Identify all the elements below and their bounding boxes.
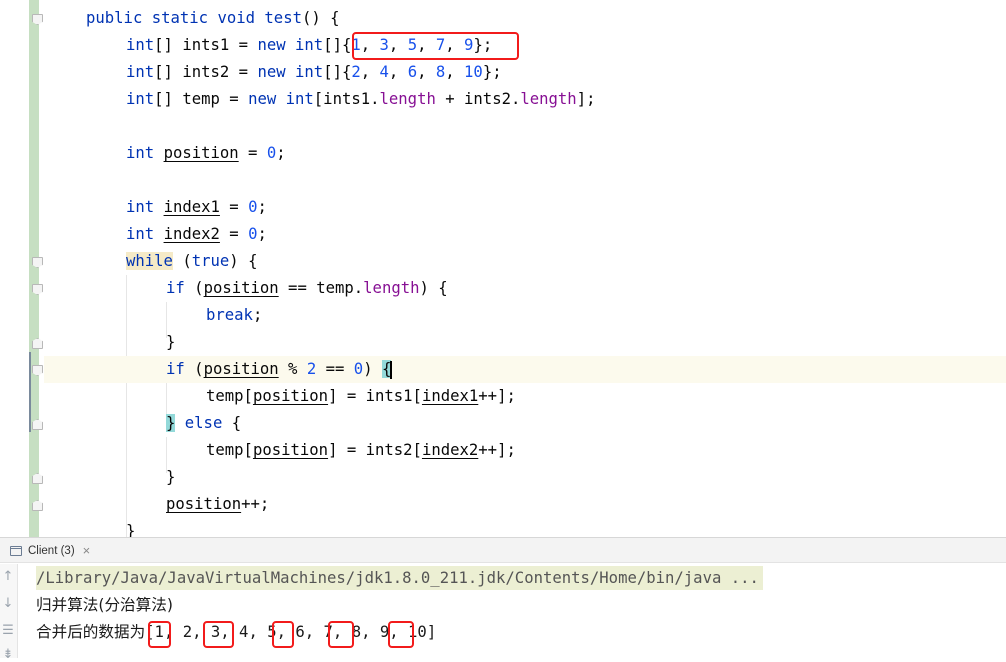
editor-gutter <box>29 0 39 537</box>
code-line[interactable]: temp[position] = ints2[index2++]; <box>206 437 516 464</box>
highlight-box-value-7 <box>328 621 354 648</box>
console-icon <box>10 545 22 556</box>
code-line[interactable]: } else { <box>166 410 241 437</box>
code-line[interactable]: int[] ints2 = new int[]{2, 4, 6, 8, 10}; <box>126 59 502 86</box>
code-line[interactable]: int[] temp = new int[ints1.length + ints… <box>126 86 595 113</box>
code-line[interactable]: } <box>166 329 175 356</box>
text-caret <box>390 360 392 379</box>
highlight-box-value-9 <box>388 621 414 648</box>
run-toolbar: ↑ ↓ ☰ ⇟ <box>0 564 18 662</box>
code-line[interactable]: temp[position] = ints1[index1++]; <box>206 383 516 410</box>
code-line[interactable]: } <box>166 464 175 491</box>
code-editor[interactable]: public static void test() { int[] ints1 … <box>0 0 1006 537</box>
scroll-down-icon[interactable]: ↓ <box>2 597 14 611</box>
code-line[interactable]: if (position % 2 == 0) { <box>166 356 392 383</box>
code-line[interactable]: position++; <box>166 491 269 518</box>
indent-guide <box>126 275 127 537</box>
close-icon[interactable]: × <box>83 543 91 558</box>
console-output-line: 归并算法(分治算法) <box>36 596 173 614</box>
soft-wrap-icon[interactable]: ☰ <box>2 624 14 638</box>
highlight-box-value-3 <box>203 621 234 648</box>
code-line[interactable]: public static void test() { <box>86 5 340 32</box>
run-panel-header: Client (3) × <box>0 537 1006 563</box>
code-line[interactable]: int position = 0; <box>126 140 286 167</box>
scroll-up-icon[interactable]: ↑ <box>2 570 14 584</box>
code-line[interactable]: int index2 = 0; <box>126 221 267 248</box>
code-line[interactable]: } <box>126 518 135 537</box>
highlight-box-array1 <box>352 32 519 60</box>
console-command-line[interactable]: /Library/Java/JavaVirtualMachines/jdk1.8… <box>36 566 763 590</box>
code-line[interactable]: break; <box>206 302 262 329</box>
highlight-box-value-1 <box>148 621 171 648</box>
code-line[interactable]: int index1 = 0; <box>126 194 267 221</box>
tab-label: Client (3) <box>28 544 75 557</box>
console-output-line: 合并后的数据为[1, 2, 3, 4, 5, 6, 7, 8, 9, 10] <box>36 623 437 641</box>
scroll-to-end-icon[interactable]: ⇟ <box>2 648 14 662</box>
code-line[interactable]: if (position == temp.length) { <box>166 275 448 302</box>
highlight-box-value-5 <box>272 621 294 648</box>
vcs-change-marker <box>29 352 31 432</box>
run-tool-window: Client (3) × ↑ ↓ ☰ ⇟ /Library/Java/JavaV… <box>0 537 1006 662</box>
code-line[interactable]: while (true) { <box>126 248 257 275</box>
tab-client-run[interactable]: Client (3) × <box>10 541 90 560</box>
